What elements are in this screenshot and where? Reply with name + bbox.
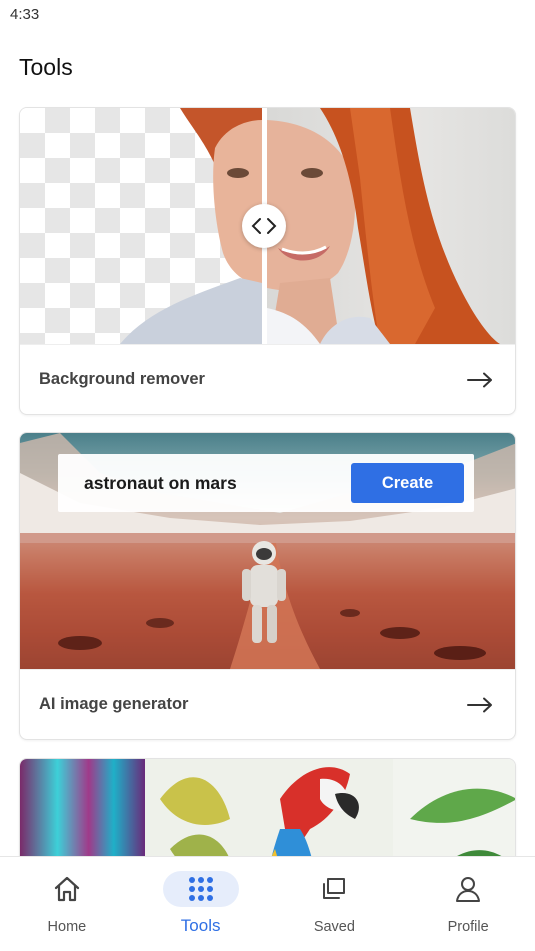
tool-label: Background remover	[39, 370, 205, 388]
arrow-right-icon[interactable]	[467, 697, 493, 713]
chevrons-left-right-icon	[251, 218, 277, 234]
ai-generator-preview: astronaut on mars Create	[20, 433, 515, 669]
compare-slider-handle[interactable]	[242, 204, 286, 248]
status-time: 4:33	[10, 6, 40, 23]
prompt-box[interactable]: astronaut on mars Create	[58, 454, 474, 512]
bottom-navigation: Home Tools Saved Profile	[0, 856, 535, 951]
page-title: Tools	[19, 54, 73, 80]
prompt-input[interactable]: astronaut on mars	[84, 473, 237, 494]
tool-card-style-gallery[interactable]	[19, 758, 516, 856]
nav-item-home[interactable]: Home	[0, 857, 134, 951]
nav-label: Profile	[447, 919, 489, 935]
nav-label: Saved	[313, 919, 355, 935]
grid-icon	[188, 877, 213, 901]
home-icon	[54, 876, 79, 902]
status-bar: 4:33	[0, 0, 535, 30]
gallery-illustration	[160, 767, 515, 856]
create-button[interactable]: Create	[351, 463, 464, 503]
tool-card-ai-image-generator[interactable]: astronaut on mars Create AI image genera…	[19, 432, 516, 740]
saved-icon	[323, 878, 346, 899]
profile-icon	[456, 877, 481, 902]
nav-item-tools[interactable]: Tools	[134, 857, 268, 951]
nav-item-saved[interactable]: Saved	[268, 857, 402, 951]
arrow-right-icon[interactable]	[467, 372, 493, 388]
style-gallery-preview	[20, 759, 515, 856]
tool-card-background-remover[interactable]: Background remover	[19, 107, 516, 415]
nav-label: Home	[47, 919, 87, 935]
background-remover-preview	[20, 108, 515, 344]
tools-list[interactable]: Background remover astronaut on mars Cre…	[0, 106, 535, 856]
tool-card-footer[interactable]: AI image generator	[20, 669, 515, 739]
nav-label: Tools	[180, 916, 221, 935]
tool-card-footer[interactable]: Background remover	[20, 344, 515, 414]
nav-item-profile[interactable]: Profile	[401, 857, 535, 951]
tool-label: AI image generator	[39, 695, 189, 713]
